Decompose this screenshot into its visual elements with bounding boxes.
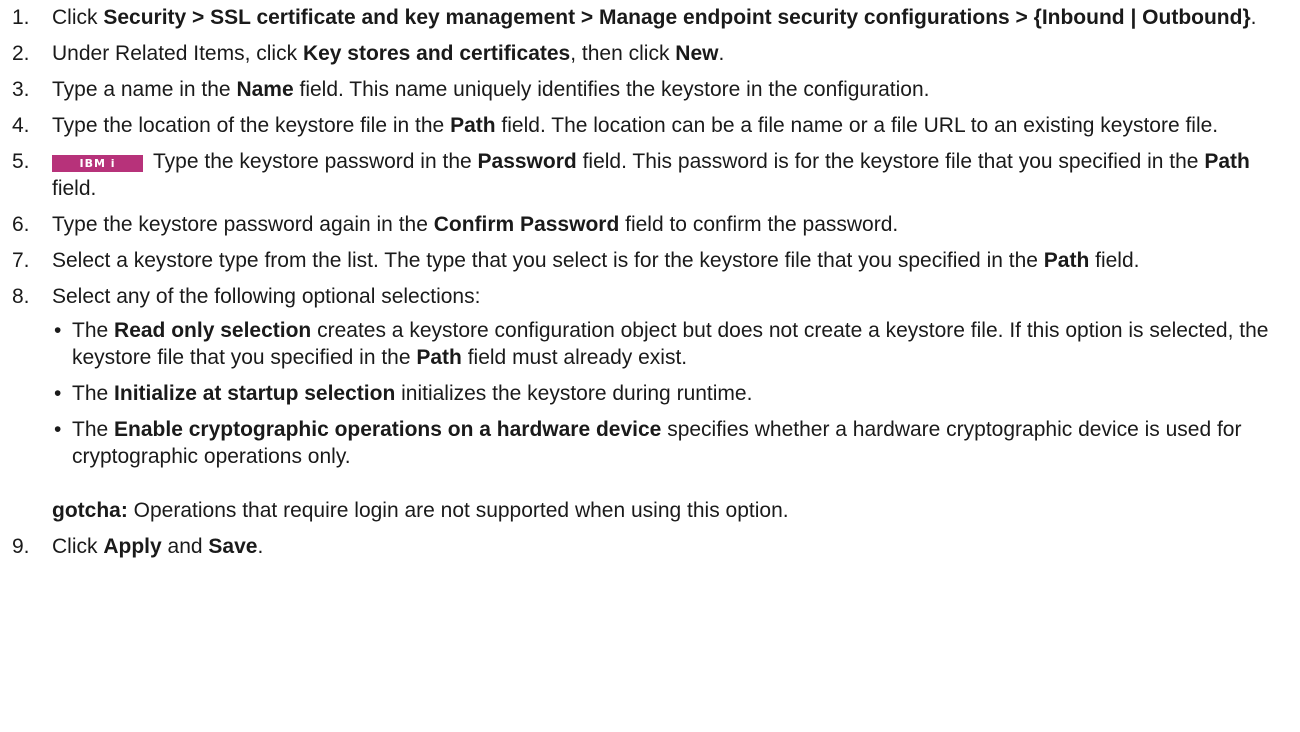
step-text: field. This password is for the keystore… (576, 150, 1205, 173)
step-text: field must already exist. (461, 346, 688, 369)
step-text: Operations that require login are not su… (127, 499, 789, 522)
bold-term: Path (1204, 150, 1250, 173)
step-body: IBM i Type the keystore password in the P… (52, 148, 1280, 202)
bold-term: Path (416, 346, 462, 369)
step-text: . (1250, 6, 1257, 29)
option-item: • The Initialize at startup selection ini… (52, 380, 1280, 407)
step-text: Select any of the following optional sel… (52, 285, 481, 308)
bold-term: Path (450, 114, 496, 137)
step-text: The (72, 319, 115, 342)
bold-term: Apply (103, 535, 162, 558)
step-text: , then click (570, 42, 676, 65)
step-text: and (161, 535, 209, 558)
procedure-steps: 1. Click Security > SSL certificate and k… (6, 4, 1280, 560)
ibm-i-platform-icon: IBM i (52, 155, 143, 172)
option-item: • The Read only selection creates a keyst… (52, 317, 1280, 371)
optional-selections-list: • The Read only selection creates a keyst… (52, 317, 1280, 470)
step-text: The (72, 382, 115, 405)
step-item: 7. Select a keystore type from the list. … (6, 247, 1280, 274)
step-body: Type a name in the Name field. This name… (52, 76, 1280, 103)
step-number: 3. (12, 78, 30, 101)
bold-term: Key stores and certificates (302, 42, 571, 65)
step-item: 4. Type the location of the keystore file… (6, 112, 1280, 139)
step-body: Select a keystore type from the list. Th… (52, 247, 1280, 274)
step-item: 3. Type a name in the Name field. This na… (6, 76, 1280, 103)
document-page: 1. Click Security > SSL certificate and k… (0, 0, 1300, 560)
step-text: Type the keystore password again in the (52, 213, 434, 236)
step-text: . (718, 42, 725, 65)
bold-term: Name (236, 78, 294, 101)
step-text: . (257, 535, 264, 558)
step-item: 8. Select any of the following optional s… (6, 283, 1280, 524)
step-text: field. (52, 177, 97, 200)
step-body: Type the keystore password again in the … (52, 211, 1280, 238)
step-text: Click (52, 535, 104, 558)
step-body: Under Related Items, click Key stores an… (52, 40, 1280, 67)
step-number: 7. (12, 249, 30, 272)
bold-term: Enable cryptographic operations on a har… (114, 418, 662, 441)
step-item: 6. Type the keystore password again in th… (6, 211, 1280, 238)
bold-term: New (675, 42, 719, 65)
step-text: field. (1089, 249, 1140, 272)
step-text: field. The location can be a file name o… (495, 114, 1219, 137)
bullet-icon: • (54, 319, 62, 342)
step-text: Type a name in the (52, 78, 237, 101)
step-item: 5. IBM i Type the keystore password in the… (6, 148, 1280, 202)
bold-term: Security > SSL certificate and key manag… (103, 6, 1251, 29)
bold-term: gotcha: (52, 499, 128, 522)
step-number: 6. (12, 213, 30, 236)
bold-term: Save (208, 535, 258, 558)
step-text: field. This name uniquely identifies the… (293, 78, 930, 101)
step-text: initializes the keystore during runtime. (395, 382, 753, 405)
step-number: 9. (12, 535, 30, 558)
step-text: Click (52, 6, 104, 29)
step-item: 2. Under Related Items, click Key stores … (6, 40, 1280, 67)
step-text: The (72, 418, 115, 441)
step-text: Under Related Items, click (52, 42, 303, 65)
step-text: field to confirm the password. (619, 213, 899, 236)
bold-term: Password (477, 150, 577, 173)
bullet-icon: • (54, 382, 62, 405)
step-number: 2. (12, 42, 30, 65)
bold-term: Read only selection (114, 319, 312, 342)
step-text: Type the location of the keystore file i… (52, 114, 451, 137)
step-number: 8. (12, 285, 30, 308)
step-number: 5. (12, 150, 30, 173)
step-number: 4. (12, 114, 30, 137)
option-item: • The Enable cryptographic operations on … (52, 416, 1280, 470)
step-number: 1. (12, 6, 30, 29)
step-item: 1. Click Security > SSL certificate and k… (6, 4, 1280, 31)
bold-term: Path (1043, 249, 1090, 272)
bold-term: Confirm Password (433, 213, 620, 236)
bullet-icon: • (54, 418, 62, 441)
step-body: Click Security > SSL certificate and key… (52, 4, 1280, 31)
bold-term: Initialize at startup selection (114, 382, 396, 405)
step-text: Type the keystore password in the (153, 150, 478, 173)
gotcha-note: gotcha: Operations that require login ar… (52, 497, 1280, 524)
step-item: 9. Click Apply and Save. (6, 533, 1280, 560)
step-body: Select any of the following optional sel… (52, 283, 1280, 524)
step-body: Type the location of the keystore file i… (52, 112, 1280, 139)
step-body: Click Apply and Save. (52, 533, 1280, 560)
step-text: Select a keystore type from the list. Th… (52, 249, 1044, 272)
